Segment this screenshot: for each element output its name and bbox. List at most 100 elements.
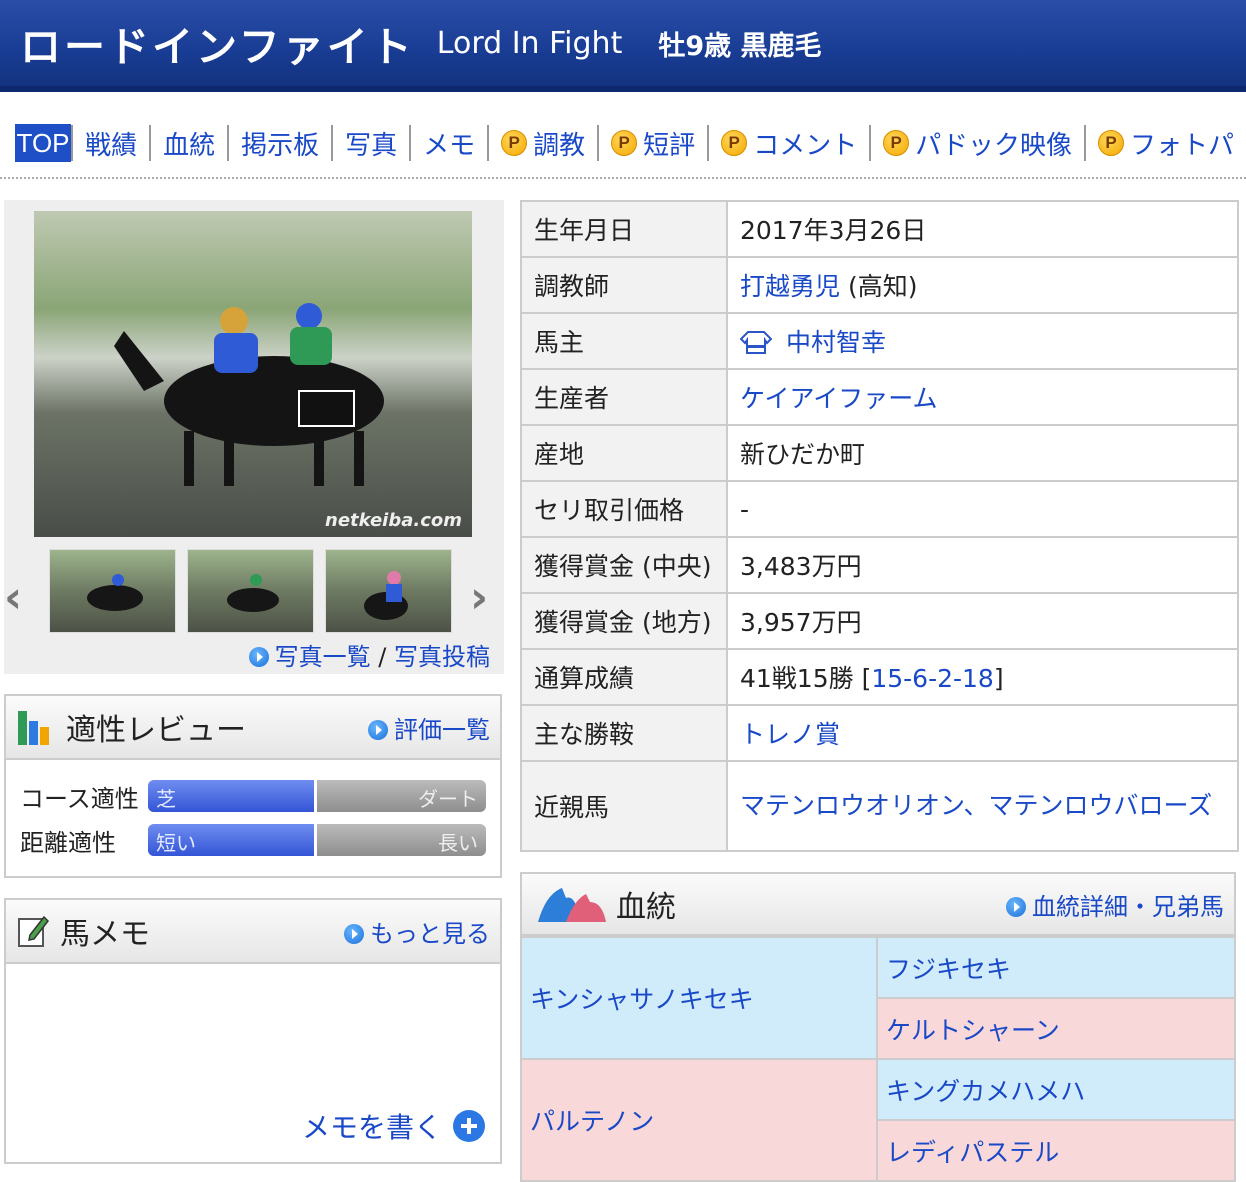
profile-value: トレノ賞 [726,704,1239,762]
profile-row: 獲得賞金 (地方) 3,957万円 [520,592,1239,650]
premium-p-icon: P [883,130,910,156]
nav-tab-pedigree[interactable]: 血統 [149,125,227,161]
profile-key: 馬主 [520,312,728,370]
arrow-bullet-icon [368,719,388,740]
relatives-link[interactable]: マテンロウオリオン、マテンロウバローズ [740,791,1212,820]
horse-sex-age-color: 牡9歳 黒鹿毛 [658,30,822,62]
next-photo-arrow[interactable]: › [470,572,488,623]
photo-panel: netkeiba.com ‹ › 写真一覧 / 写真投稿 [4,200,504,674]
nav-tab-label: 掲示板 [241,130,320,161]
nav-tab-label: 血統 [163,130,216,161]
horse-name-en: Lord In Fight [436,25,623,61]
photo-links: 写真一覧 / 写真投稿 [248,637,490,672]
profile-value: 2017年3月26日 [726,200,1239,258]
nav-tab-short-review[interactable]: P 短評 [597,125,707,161]
arrow-bullet-icon [248,647,269,667]
nav-tab-photos[interactable]: 写真 [331,125,409,161]
aptitude-right-label: ダート [418,787,478,811]
nav-tab-training[interactable]: P 調教 [487,125,597,161]
profile-key: 生産者 [520,368,728,426]
nav-tab-memo[interactable]: メモ [409,125,487,161]
pedigree-title: 血統 [616,890,676,925]
aptitude-bar-distance: 短い 長い [148,824,486,856]
sire-cell[interactable]: キンシャサノキセキ [520,936,878,1060]
main-race-photo[interactable]: netkeiba.com [34,211,472,537]
breeder-link[interactable]: ケイアイファーム [740,384,938,413]
pedigree-detail-link[interactable]: 血統詳細・兄弟馬 [1032,893,1224,921]
profile-key: 通算成績 [520,648,728,706]
record-breakdown-link[interactable]: 15-6-2-18 [871,664,994,693]
horse-header: ロードインファイト Lord In Fight 牡9歳 黒鹿毛 [0,0,1246,92]
major-win-link[interactable]: トレノ賞 [740,720,840,749]
photo-watermark: netkeiba.com [325,510,462,531]
nav-tab-paddock-video[interactable]: P パドック映像 [869,125,1084,161]
photo-thumbnail[interactable] [49,549,176,633]
nav-tab-results[interactable]: 戦績 [71,125,149,161]
nav-tab-label: フォトパ [1129,130,1234,161]
write-memo-button[interactable]: メモを書く [302,1106,486,1146]
pedigree-detail-wrap: 血統詳細・兄弟馬 [1006,887,1224,922]
profile-row: 主な勝鞍 トレノ賞 [520,704,1239,762]
racehorse-image [114,303,384,486]
profile-value: 中村智幸 [726,312,1239,370]
write-memo-label: メモを書く [301,1111,442,1144]
profile-row: 近親馬 マテンロウオリオン、マテンロウバローズ [520,760,1239,852]
profile-key: 獲得賞金 (中央) [520,536,728,594]
link-separator: / [370,643,394,671]
profile-row: 産地 新ひだか町 [520,424,1239,482]
rating-list-link[interactable]: 評価一覧 [394,716,490,744]
profile-value: 新ひだか町 [726,424,1239,482]
pedigree-box: 血統 血統詳細・兄弟馬 キンシャサノキセキ フジキセキ ケルトシャーン パルテノ… [520,872,1236,1182]
photo-thumbnail[interactable] [187,549,314,633]
prev-photo-arrow[interactable]: ‹ [4,572,22,623]
premium-p-icon: P [1097,130,1124,156]
horse-thumbnail-image [364,571,408,620]
profile-row: 生年月日 2017年3月26日 [520,200,1239,258]
profile-row: 生産者 ケイアイファーム [520,368,1239,426]
nav-tab-photo-paddock[interactable]: P フォトパ [1083,125,1246,161]
aptitude-bar-course: 芝 ダート [148,780,486,812]
sire-sire-cell[interactable]: フジキセキ [876,936,1236,999]
dam-dam-cell[interactable]: レディパステル [876,1119,1236,1182]
profile-key: 産地 [520,424,728,482]
record-bracket: ] [993,664,1004,693]
pedigree-header: 血統 血統詳細・兄弟馬 [520,872,1236,936]
nav-tab-comment[interactable]: P コメント [707,125,869,161]
aptitude-header: 適性レビュー 評価一覧 [6,696,500,760]
memo-pencil-icon [18,915,49,947]
owner-silks-icon [739,331,773,354]
pedigree-table: キンシャサノキセキ フジキセキ ケルトシャーン パルテノン キングカメハメハ レ… [520,936,1236,1182]
nav-tab-top[interactable]: TOP [15,124,72,162]
nav-divider [0,177,1246,179]
trainer-link[interactable]: 打越勇児 [740,272,840,301]
profile-value: 打越勇児 (高知) [726,256,1239,314]
plus-circle-icon [453,1110,485,1142]
photo-post-link[interactable]: 写真投稿 [394,643,490,671]
profile-value: 41戦15勝 [15-6-2-18] [726,648,1239,706]
profile-key: 近親馬 [520,760,728,852]
memo-more-wrap: もっと見る [344,914,490,949]
nav-tab-label: 調教 [533,130,586,161]
dam-sire-cell[interactable]: キングカメハメハ [876,1058,1236,1121]
profile-key: セリ取引価格 [520,480,728,538]
sire-dam-cell[interactable]: ケルトシャーン [876,997,1236,1060]
owner-link[interactable]: 中村智幸 [786,328,886,357]
photo-thumbnail[interactable] [325,549,452,633]
bar-chart-icon [18,711,49,745]
memo-more-link[interactable]: もっと見る [370,920,490,948]
arrow-bullet-icon [344,923,364,944]
profile-value: 3,483万円 [726,536,1239,594]
nav-tab-label: 戦績 [85,130,138,161]
horse-nav: TOP 戦績 血統 掲示板 写真 メモ P 調教 P 短評 P コメント P パドック映… [0,110,1246,176]
profile-key: 調教師 [520,256,728,314]
nav-tab-label: メモ [423,130,476,161]
rating-list-link-wrap: 評価一覧 [368,710,490,745]
aptitude-label: 距離適性 [20,828,116,857]
nav-tab-board[interactable]: 掲示板 [227,125,331,161]
dam-cell[interactable]: パルテノン [520,1058,878,1182]
photo-list-link[interactable]: 写真一覧 [275,643,371,671]
nav-tab-label: コメント [753,130,858,161]
horse-thumbnail-image [87,574,143,611]
nav-tab-label: パドック映像 [915,130,1072,161]
nav-tab-label: 短評 [643,130,696,161]
